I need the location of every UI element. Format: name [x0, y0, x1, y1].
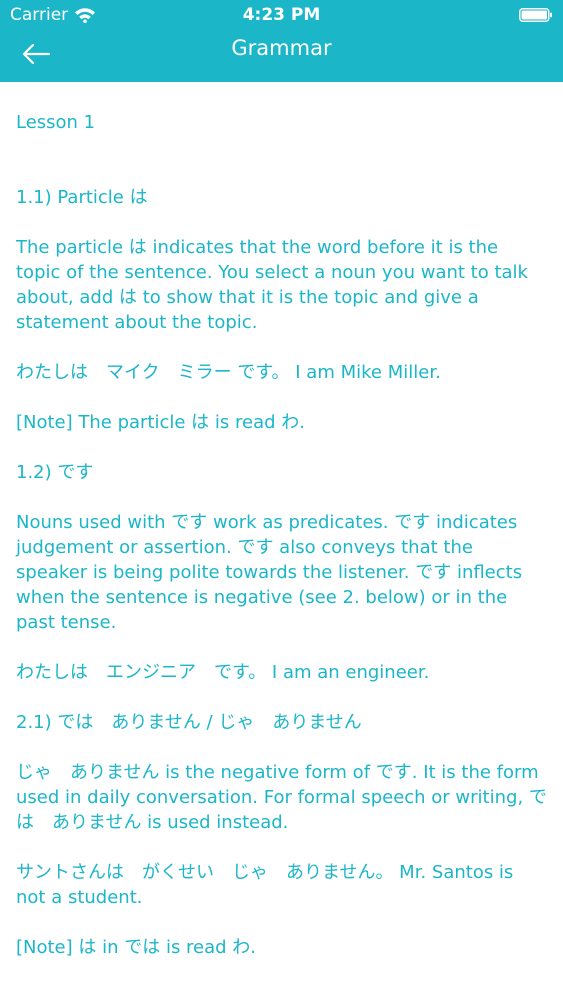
battery-icon	[519, 8, 552, 22]
explanation-paragraph: Nouns used with です work as predicates. で…	[16, 512, 528, 633]
lesson-title: Lesson 1	[16, 112, 96, 133]
example-sentence: わたしは エンジニア です。 I am an engineer.	[16, 662, 430, 683]
section-heading: 2.1) では ありません / じゃ ありません	[16, 712, 362, 733]
page-title: Grammar	[231, 36, 332, 60]
example-sentence: わたしは マイク ミラー です。 I am Mike Miller.	[16, 362, 441, 383]
section-heading: 1.2) です	[16, 462, 94, 483]
section-heading: 1.1) Particle は	[16, 187, 148, 208]
nav-bar: Grammar	[0, 30, 563, 82]
explanation-paragraph: じゃ ありません is the negative form of です. It …	[16, 762, 547, 833]
app-header: Carrier 4:23 PM Grammar	[0, 0, 563, 82]
note-paragraph: [Note] The particle は is read わ.	[16, 412, 305, 433]
example-sentence: サントさんは がくせい じゃ ありません。 Mr. Santos is not …	[16, 862, 520, 908]
grammar-content: Lesson 1 1.1) Particle は The particle は …	[16, 110, 548, 985]
explanation-paragraph: The particle は indicates that the word b…	[16, 237, 534, 333]
status-time: 4:23 PM	[242, 5, 321, 25]
status-bar: Carrier 4:23 PM	[0, 0, 563, 30]
note-paragraph: [Note] は in では is read わ.	[16, 937, 257, 958]
